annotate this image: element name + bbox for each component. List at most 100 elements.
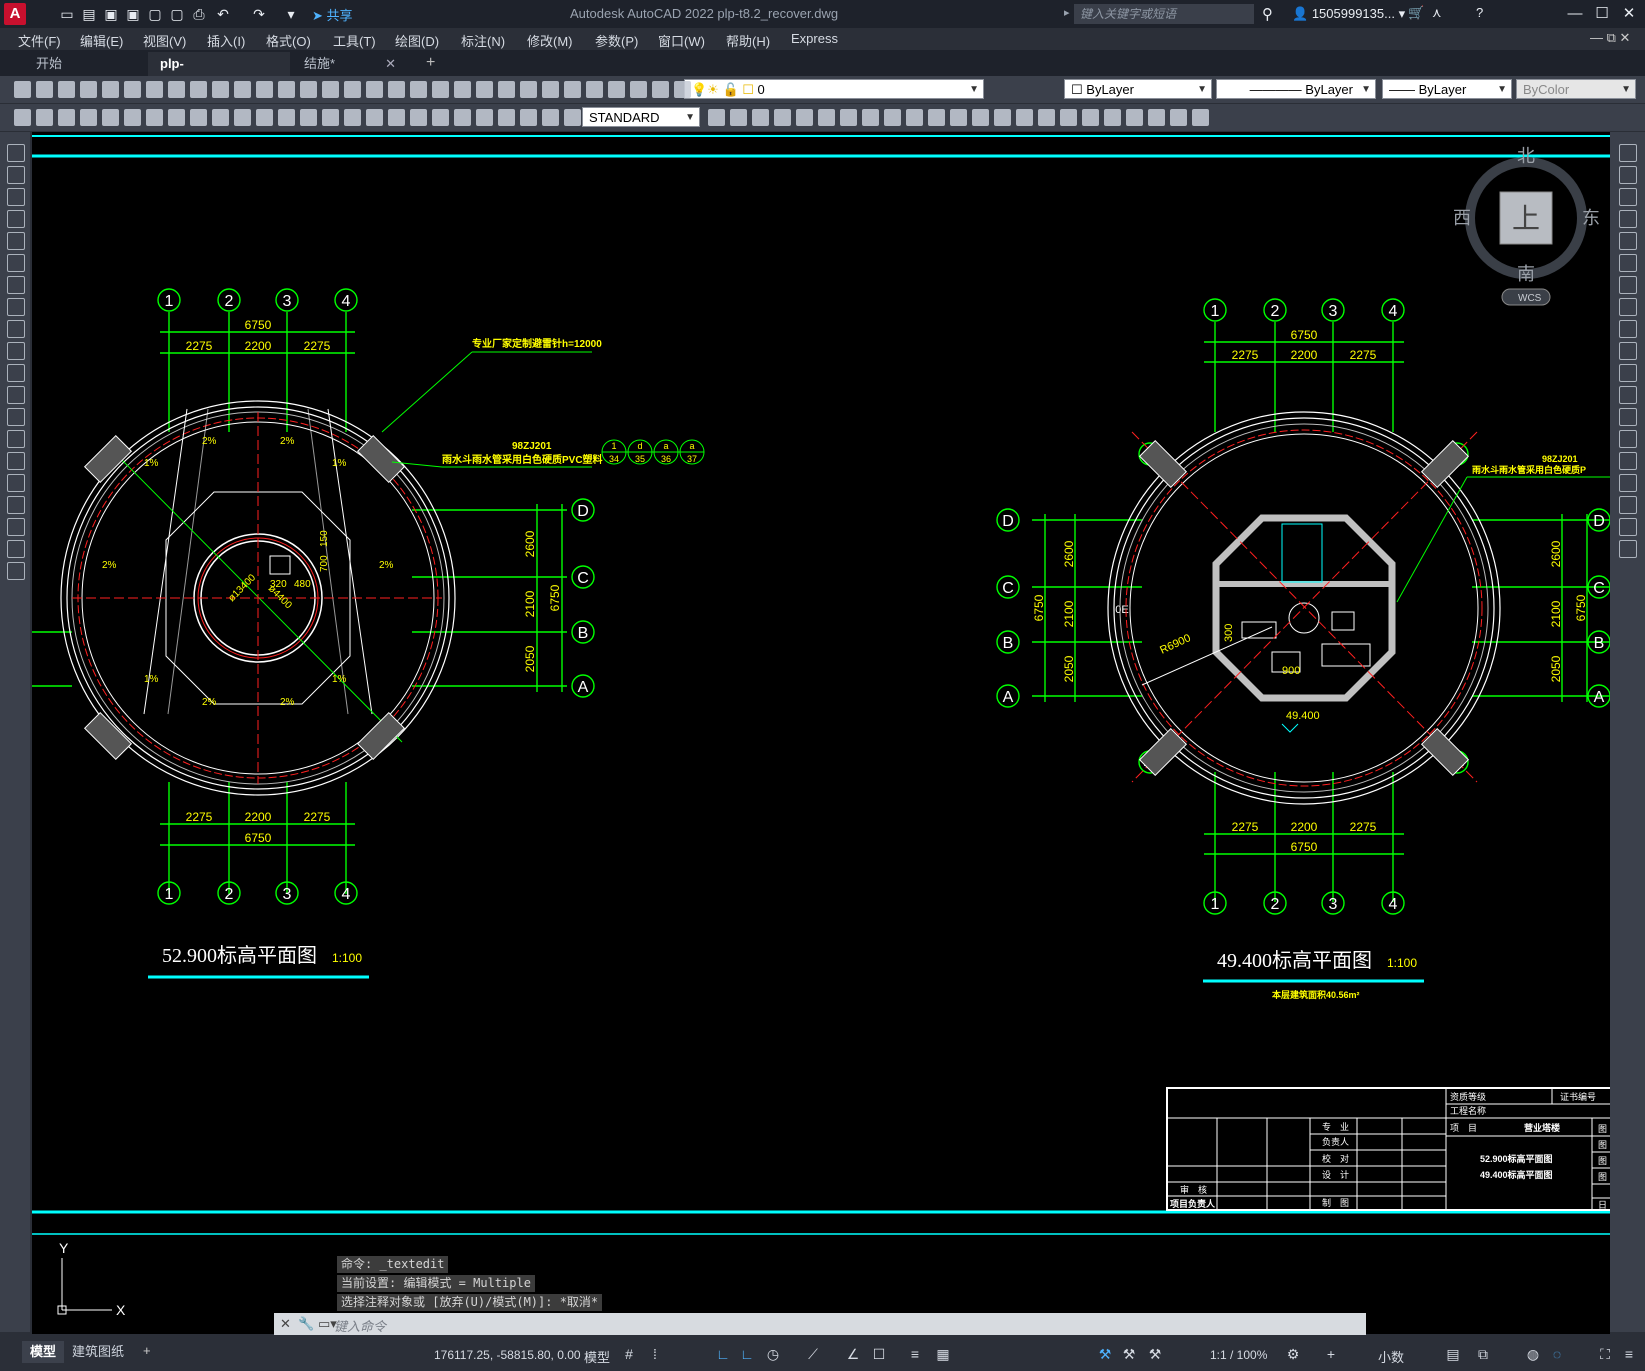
linetype-dropdown[interactable]: ———— ByLayer ▼ [1216,79,1376,99]
draw-tool-icon[interactable] [7,210,25,228]
quick-properties-icon[interactable]: ▤ [1444,1345,1462,1363]
workspace-gear-icon[interactable]: ⚙ [1284,1345,1302,1363]
modify-tool-icon[interactable] [1619,232,1637,250]
toolbar-tool-icon[interactable] [102,109,119,126]
modify-tool-icon[interactable] [1619,496,1637,514]
toolbar-tool-icon[interactable] [58,109,75,126]
isodraft-icon[interactable]: ◷ [764,1345,782,1363]
toolbar-tool-icon[interactable] [1170,109,1187,126]
tab-model[interactable]: 模型 [22,1341,65,1363]
draw-tool-icon[interactable] [7,166,25,184]
annotation-visibility-icon[interactable]: ⚒ [1096,1345,1114,1363]
toolbar-tool-icon[interactable] [454,81,471,98]
draw-tool-icon[interactable] [7,540,25,558]
modify-tool-icon[interactable] [1619,254,1637,272]
toolbar-tool-icon[interactable] [564,109,581,126]
toolbar-tool-icon[interactable] [190,109,207,126]
toolbar-tool-icon[interactable] [498,109,515,126]
modify-tool-icon[interactable] [1619,144,1637,162]
menu-insert[interactable]: 插入(I) [207,31,245,50]
toolbar-tool-icon[interactable] [652,81,669,98]
modify-tool-icon[interactable] [1619,276,1637,294]
toolbar-tool-icon[interactable] [256,81,273,98]
draw-tool-icon[interactable] [7,232,25,250]
modify-tool-icon[interactable] [1619,210,1637,228]
toolbar-tool-icon[interactable] [124,109,141,126]
toolbar-tool-icon[interactable] [818,109,835,126]
drawing-canvas[interactable]: 1 2 3 4 1 2 3 4 D C B A 6750 2275 2200 2… [32,132,1610,1240]
draw-tool-icon[interactable] [7,452,25,470]
doc-window-controls[interactable]: — ⧉ ✕ [1590,30,1630,46]
wcs-menu[interactable]: WCS [1518,293,1542,304]
redo-icon[interactable]: ↷ [250,5,268,23]
toolbar-tool-icon[interactable] [366,81,383,98]
save-icon[interactable]: ▣ [102,5,120,23]
search-expand-icon[interactable]: ▸ [1064,6,1070,19]
menu-express[interactable]: Express [791,31,838,46]
toolbar-tool-icon[interactable] [410,109,427,126]
polar-icon[interactable]: ∟ [738,1345,756,1363]
menu-view[interactable]: 视图(V) [143,31,186,50]
close-icon[interactable]: ✕ [1617,4,1641,24]
plan-52900[interactable]: 1 2 3 4 1 2 3 4 D C B A 6750 2275 2200 2… [32,288,705,979]
close-tab-icon[interactable]: ✕ [385,56,396,71]
modify-tool-icon[interactable] [1619,188,1637,206]
menu-help[interactable]: 帮助(H) [726,31,770,50]
isolate-objects-icon[interactable]: ◍ [1524,1345,1542,1363]
draw-tool-icon[interactable] [7,276,25,294]
draw-tool-icon[interactable] [7,386,25,404]
hardware-acceleration-icon[interactable]: ◌ [1548,1345,1566,1363]
plotstyle-dropdown[interactable]: ByColor ▼ [1516,79,1636,99]
toolbar-tool-icon[interactable] [256,109,273,126]
plan-49400[interactable]: 1 2 3 4 1 2 3 4 D C B A D C B A 1A 1B 1B… [996,298,1610,1000]
toolbar-tool-icon[interactable] [234,109,251,126]
command-input[interactable]: ✕ 🔧 ▭▾ 键入命令 [274,1313,1366,1335]
toolbar-tool-icon[interactable] [542,81,559,98]
toolbar-tool-icon[interactable] [608,81,625,98]
toolbar-tool-icon[interactable] [994,109,1011,126]
toolbar-tool-icon[interactable] [102,81,119,98]
toolbar-tool-icon[interactable] [630,81,647,98]
toolbar-tool-icon[interactable] [906,109,923,126]
save-as-icon[interactable]: ▣ [124,5,142,23]
viewcube[interactable]: 上 北 南 东 西 WCS [1453,146,1600,306]
draw-tool-icon[interactable] [7,364,25,382]
draw-tool-icon[interactable] [7,430,25,448]
draw-tool-icon[interactable] [7,474,25,492]
toolbar-tool-icon[interactable] [14,109,31,126]
toolbar-tool-icon[interactable] [300,109,317,126]
modify-tool-icon[interactable] [1619,474,1637,492]
customization-icon[interactable]: ≡ [1620,1345,1638,1363]
toolbar-tool-icon[interactable] [774,109,791,126]
toolbar-tool-icon[interactable] [366,109,383,126]
maximize-icon[interactable]: ☐ [1590,4,1614,24]
selection-cycling-icon[interactable]: ▦ [934,1345,952,1363]
coordinates-readout[interactable]: 176117.25, -58815.80, 0.00 [434,1348,581,1362]
toolbar-tool-icon[interactable] [950,109,967,126]
menu-format[interactable]: 格式(O) [266,31,311,50]
help-icon[interactable]: ? [1476,5,1483,20]
toolbar-tool-icon[interactable] [476,81,493,98]
draw-tool-icon[interactable] [7,496,25,514]
add-layout-icon[interactable]: + [143,1343,151,1358]
customize-command-icon[interactable]: 🔧 [298,1316,314,1332]
annotation-scale[interactable]: 1:1 / 100% [1210,1348,1267,1362]
toolbar-tool-icon[interactable] [454,109,471,126]
toolbar-tool-icon[interactable] [146,109,163,126]
model-space-toggle[interactable]: 模型 [584,1347,610,1366]
draw-tool-icon[interactable] [7,562,25,580]
toolbar-tool-icon[interactable] [58,81,75,98]
modify-tool-icon[interactable] [1619,364,1637,382]
toolbar-tool-icon[interactable] [1060,109,1077,126]
toolbar-tool-icon[interactable] [212,81,229,98]
units-dropdown[interactable]: 小数 [1378,1347,1404,1366]
toolbar-tool-icon[interactable] [1192,109,1209,126]
draw-tool-icon[interactable] [7,342,25,360]
toolbar-tool-icon[interactable] [542,109,559,126]
cart-icon[interactable]: 🛒 [1408,5,1424,21]
search-input[interactable]: 键入关键字或短语 [1074,4,1254,24]
draw-tool-icon[interactable] [7,320,25,338]
undo-icon[interactable]: ↶ [214,5,232,23]
search-icon[interactable]: ⚲ [1262,5,1273,23]
toolbar-tool-icon[interactable] [862,109,879,126]
